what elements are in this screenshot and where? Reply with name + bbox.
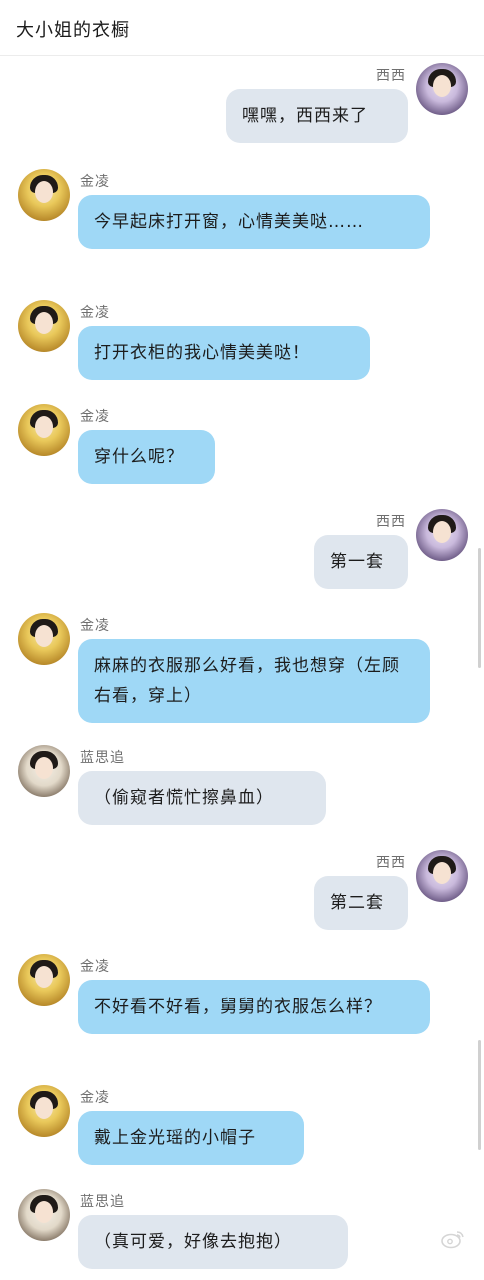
chat-title: 大小姐的衣橱: [16, 20, 130, 41]
message-bubble[interactable]: 打开衣柜的我心情美美哒！: [78, 326, 370, 380]
avatar-jinling[interactable]: [18, 300, 70, 352]
message-bubble[interactable]: 麻麻的衣服那么好看，我也想穿（左顾右看，穿上）: [78, 639, 430, 723]
message-bubble[interactable]: 第二套: [314, 876, 408, 930]
chat-header: 大小姐的衣橱: [0, 0, 484, 56]
sender-name: 金凌: [80, 1090, 110, 1106]
message-bubble[interactable]: 穿什么呢？: [78, 430, 215, 484]
scrollbar[interactable]: [478, 548, 481, 668]
message-bubble[interactable]: 嘿嘿，西西来了: [226, 89, 408, 143]
scrollbar[interactable]: [478, 1040, 481, 1150]
sender-name: 金凌: [80, 959, 110, 975]
message-bubble[interactable]: （偷窥者慌忙擦鼻血）: [78, 771, 326, 825]
avatar-xixi[interactable]: [416, 850, 468, 902]
avatar-xixi[interactable]: [416, 509, 468, 561]
sender-name: 金凌: [80, 409, 110, 425]
avatar-jinling[interactable]: [18, 613, 70, 665]
avatar-jinling[interactable]: [18, 954, 70, 1006]
message-bubble[interactable]: 今早起床打开窗，心情美美哒……: [78, 195, 430, 249]
sender-name: 西西: [376, 514, 406, 530]
avatar-lansizhui[interactable]: [18, 1189, 70, 1241]
message-bubble[interactable]: 第一套: [314, 535, 408, 589]
sender-name: 蓝思追: [80, 1194, 125, 1210]
message-bubble[interactable]: 不好看不好看，舅舅的衣服怎么样？: [78, 980, 430, 1034]
avatar-jinling[interactable]: [18, 404, 70, 456]
message-list[interactable]: 西西 嘿嘿，西西来了 金凌 今早起床打开窗，心情美美哒…… 金凌 打开衣柜的我心…: [0, 57, 484, 1280]
weibo-watermark-icon: [441, 1231, 464, 1249]
avatar-jinling[interactable]: [18, 1085, 70, 1137]
sender-name: 西西: [376, 68, 406, 84]
message-bubble[interactable]: 戴上金光瑶的小帽子: [78, 1111, 304, 1165]
sender-name: 西西: [376, 855, 406, 871]
sender-name: 金凌: [80, 174, 110, 190]
avatar-xixi[interactable]: [416, 63, 468, 115]
sender-name: 金凌: [80, 618, 110, 634]
avatar-lansizhui[interactable]: [18, 745, 70, 797]
message-bubble[interactable]: （真可爱，好像去抱抱）: [78, 1215, 348, 1269]
sender-name: 蓝思追: [80, 750, 125, 766]
avatar-jinling[interactable]: [18, 169, 70, 221]
sender-name: 金凌: [80, 305, 110, 321]
